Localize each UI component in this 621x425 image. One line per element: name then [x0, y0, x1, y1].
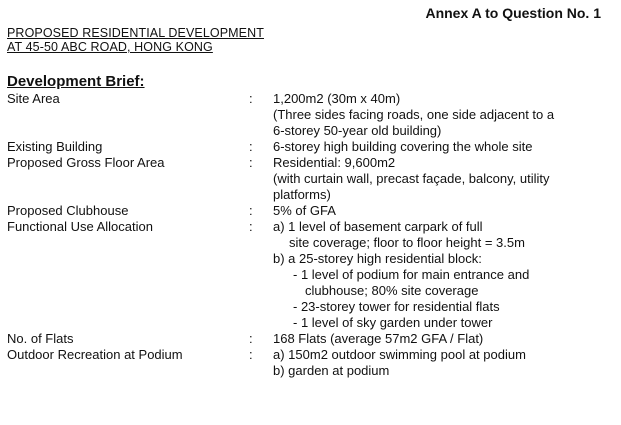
existing-building-value: 6-storey high building covering the whol… [273, 139, 617, 155]
functional-use-line: b) a 25-storey high residential block: [273, 251, 482, 266]
outdoor-recreation-line: b) garden at podium [273, 363, 390, 378]
existing-building-row: Existing Building : 6-storey high buildi… [7, 139, 617, 155]
gfa-label: Proposed Gross Floor Area [7, 155, 165, 170]
outdoor-recreation-colon: : [249, 347, 253, 362]
site-area-value: 1,200m2 (30m x 40m) (Three sides facing … [273, 91, 617, 139]
functional-use-line: - 1 level of sky garden under tower [293, 315, 493, 330]
flats-line: 168 Flats (average 57m2 GFA / Flat) [273, 331, 484, 346]
site-area-line: 1,200m2 (30m x 40m) [273, 91, 401, 106]
outdoor-recreation-row: Outdoor Recreation at Podium : a) 150m2 … [7, 347, 617, 379]
gfa-row: Proposed Gross Floor Area : Residential:… [7, 155, 617, 203]
existing-building-label: Existing Building [7, 139, 103, 154]
annex-reference: Annex A to Question No. 1 [425, 5, 601, 21]
development-brief-table: Site Area : 1,200m2 (30m x 40m) (Three s… [7, 91, 617, 379]
project-title-line-1: PROPOSED RESIDENTIAL DEVELOPMENT [7, 26, 264, 40]
flats-row: No. of Flats : 168 Flats (average 57m2 G… [7, 331, 617, 347]
flats-label: No. of Flats [7, 331, 74, 346]
site-area-label: Site Area [7, 91, 60, 106]
site-area-line: 6-storey 50-year old building) [273, 123, 442, 138]
flats-colon: : [249, 331, 253, 346]
development-brief-heading: Development Brief: [7, 73, 145, 90]
existing-building-colon: : [249, 139, 253, 154]
gfa-line: (with curtain wall, precast façade, balc… [273, 171, 550, 186]
outdoor-recreation-line: a) 150m2 outdoor swimming pool at podium [273, 347, 526, 362]
clubhouse-colon: : [249, 203, 253, 218]
outdoor-recreation-label: Outdoor Recreation at Podium [7, 347, 183, 362]
clubhouse-line: 5% of GFA [273, 203, 336, 218]
functional-use-row: Functional Use Allocation : a) 1 level o… [7, 219, 617, 331]
existing-building-line: 6-storey high building covering the whol… [273, 139, 533, 154]
gfa-value: Residential: 9,600m2 (with curtain wall,… [273, 155, 617, 203]
functional-use-line: clubhouse; 80% site coverage [305, 283, 479, 298]
flats-value: 168 Flats (average 57m2 GFA / Flat) [273, 331, 617, 347]
outdoor-recreation-value: a) 150m2 outdoor swimming pool at podium… [273, 347, 617, 379]
project-title: PROPOSED RESIDENTIAL DEVELOPMENT AT 45-5… [7, 26, 264, 54]
clubhouse-label: Proposed Clubhouse [7, 203, 129, 218]
gfa-line: Residential: 9,600m2 [273, 155, 396, 170]
functional-use-line: - 1 level of podium for main entrance an… [293, 267, 530, 282]
functional-use-value: a) 1 level of basement carpark of full s… [273, 219, 617, 331]
site-area-line: (Three sides facing roads, one side adja… [273, 107, 555, 122]
clubhouse-row: Proposed Clubhouse : 5% of GFA [7, 203, 617, 219]
gfa-colon: : [249, 155, 253, 170]
site-area-row: Site Area : 1,200m2 (30m x 40m) (Three s… [7, 91, 617, 139]
functional-use-line: a) 1 level of basement carpark of full [273, 219, 483, 234]
functional-use-label: Functional Use Allocation [7, 219, 153, 234]
project-title-line-2: AT 45-50 ABC ROAD, HONG KONG [7, 40, 213, 54]
functional-use-line: - 23-storey tower for residential flats [293, 299, 500, 314]
functional-use-line: site coverage; floor to floor height = 3… [289, 235, 525, 250]
gfa-line: platforms) [273, 187, 331, 202]
functional-use-colon: : [249, 219, 253, 234]
site-area-colon: : [249, 91, 253, 106]
clubhouse-value: 5% of GFA [273, 203, 617, 219]
